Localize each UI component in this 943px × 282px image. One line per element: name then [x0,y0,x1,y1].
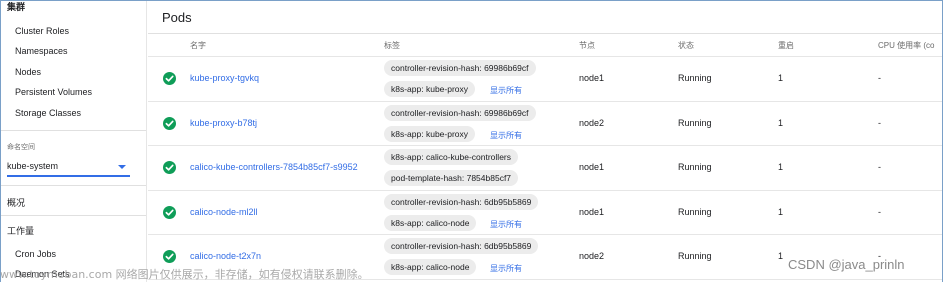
check-circle-icon [163,161,176,174]
node-cell: node1 [579,162,605,172]
sidebar-section-workloads[interactable]: 工作量 [7,224,34,237]
pod-name-link[interactable]: kube-proxy-b78tj [190,118,257,128]
node-cell: node2 [579,251,605,261]
title-divider [148,33,942,34]
sidebar-divider [1,215,146,216]
node-cell: node1 [579,206,605,217]
check-circle-icon [163,205,176,219]
restarts-cell: 1 [778,73,784,83]
show-all-labels-link[interactable]: 显示所有 [490,130,522,141]
sidebar-item-cluster-roles[interactable]: Cluster Roles [15,26,69,36]
label-chip: controller-revision-hash: 69986b69cf [384,60,536,76]
node-cell: node1 [579,73,605,83]
table-row[interactable]: kube-proxy-tgvkq controller-revision-hash… [148,57,942,102]
pod-name-link[interactable]: calico-kube-controllers-7854b85cf7-s9952 [190,162,358,172]
table-row[interactable]: calico-node-ml2ll controller-revision-has… [148,191,942,235]
sidebar-divider [1,130,146,131]
check-circle-icon [163,116,176,130]
cpu-usage-cell: - [878,162,881,172]
status-cell: Running [678,73,712,83]
check-circle-icon [163,250,176,263]
column-header-labels: 标签 [384,41,400,50]
main-panel: Pods 名字 标签 节点 状态 重启 CPU 使用率 (co kube-pro… [148,1,942,282]
cpu-usage-cell: - [878,73,881,83]
sidebar-item-storage-classes[interactable]: Storage Classes [15,108,81,118]
status-cell: Running [678,206,712,217]
label-chip: k8s-app: calico-node [384,259,477,275]
sidebar-item-namespaces[interactable]: Namespaces [15,46,68,56]
column-header-status[interactable]: 状态 [678,40,694,51]
namespace-label: 命名空间 [7,144,35,151]
sidebar-item-nodes[interactable]: Nodes [15,67,41,77]
pod-name-link[interactable]: calico-node-ml2ll [190,207,258,217]
csdn-watermark: CSDN @java_prinln [788,257,905,272]
label-chip: pod-template-hash: 7854b85cf7 [384,170,519,186]
node-cell: node2 [579,117,605,128]
status-cell: Running [678,162,712,172]
sidebar-item-overview[interactable]: 概况 [7,196,25,209]
table-row[interactable]: kube-proxy-b78tj controller-revision-hash… [148,102,942,146]
label-chip: k8s-app: kube-proxy [384,81,476,97]
column-header-name[interactable]: 名字 [190,40,206,51]
show-all-labels-link[interactable]: 显示所有 [490,85,522,96]
cpu-usage-cell: - [878,117,881,128]
label-chip: k8s-app: kube-proxy [384,125,476,142]
sidebar-item-persistent-volumes[interactable]: Persistent Volumes [15,87,92,97]
sidebar-item-cron-jobs[interactable]: Cron Jobs [15,249,56,259]
restarts-cell: 1 [778,162,784,172]
cpu-usage-cell: - [878,206,881,217]
column-header-restarts[interactable]: 重启 [778,40,794,51]
label-chip: controller-revision-hash: 6db95b5869 [384,238,539,254]
sidebar: 集群 Cluster Roles Namespaces Nodes Persis… [1,1,147,282]
namespace-select[interactable]: kube-system [7,159,130,177]
status-cell: Running [678,117,712,128]
restarts-cell: 1 [778,206,784,217]
check-circle-icon [163,72,176,85]
page-title: Pods [162,10,192,25]
pod-name-link[interactable]: calico-node-t2x7n [190,251,261,261]
status-cell: Running [678,251,712,261]
show-all-labels-link[interactable]: 显示所有 [490,219,522,230]
sidebar-section-cluster: 集群 [7,2,26,12]
pod-name-link[interactable]: kube-proxy-tgvkq [190,73,259,83]
column-header-cpu[interactable]: CPU 使用率 (co [878,40,934,51]
restarts-cell: 1 [778,117,784,128]
label-chip: controller-revision-hash: 69986b69cf [384,104,536,121]
chevron-down-icon [118,165,126,169]
table-row[interactable]: calico-kube-controllers-7854b85cf7-s9952… [148,146,942,191]
sidebar-divider [1,185,146,186]
namespace-value: kube-system [7,161,59,171]
label-chip: k8s-app: calico-kube-controllers [384,149,518,165]
restarts-cell: 1 [778,251,784,261]
show-all-labels-link[interactable]: 显示所有 [490,263,522,274]
label-chip: controller-revision-hash: 6db95b5869 [384,193,539,210]
column-header-node[interactable]: 节点 [579,40,595,51]
watermark-text: www.toymoban.com 网络图片仅供展示，非存储，如有侵权请联系删除。 [0,268,369,281]
label-chip: k8s-app: calico-node [384,214,477,231]
